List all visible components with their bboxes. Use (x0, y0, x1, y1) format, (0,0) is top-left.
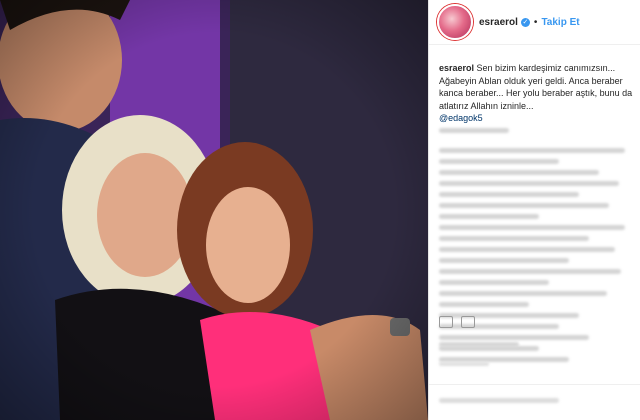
post-photo[interactable] (0, 0, 428, 420)
comment-icon[interactable] (461, 316, 475, 328)
post-sidebar: esraerol ✓ • Takip Et esraerol Sen bizim… (428, 0, 640, 420)
blurred-line (439, 280, 549, 285)
avatar[interactable] (437, 4, 473, 40)
post-actions (439, 316, 475, 328)
photo-vignette (0, 0, 428, 420)
username-link[interactable]: esraerol (479, 17, 518, 28)
divider (429, 384, 640, 385)
blurred-line (439, 192, 579, 197)
heart-icon[interactable] (439, 316, 453, 328)
blurred-line (439, 170, 599, 175)
follow-button[interactable]: Takip Et (541, 17, 579, 28)
blurred-line (439, 247, 615, 252)
blurred-comments (439, 148, 625, 368)
caption-username[interactable]: esraerol (439, 63, 474, 73)
blurred-likes (439, 342, 519, 347)
post-caption: esraerol Sen bizim kardeşimiz canımızsın… (439, 62, 633, 125)
blurred-line (439, 128, 509, 133)
blurred-timestamp (439, 362, 489, 366)
blurred-line (439, 269, 621, 274)
blurred-line (439, 335, 589, 340)
blurred-line (439, 214, 539, 219)
blurred-line (439, 236, 589, 241)
instagram-post: esraerol ✓ • Takip Et esraerol Sen bizim… (0, 0, 640, 420)
blurred-line (439, 225, 625, 230)
blurred-line (439, 291, 607, 296)
caption-mention[interactable]: @edagok5 (439, 113, 483, 123)
blurred-line (439, 181, 619, 186)
photo-illustration (0, 0, 428, 420)
verified-badge-icon: ✓ (520, 17, 530, 27)
blurred-line (439, 148, 625, 153)
blurred-line (439, 203, 609, 208)
blurred-line (439, 302, 529, 307)
blurred-line (439, 159, 559, 164)
header-separator: • (533, 16, 538, 28)
blurred-line (439, 258, 569, 263)
blurred-meta (439, 128, 625, 139)
post-header: esraerol ✓ • Takip Et (429, 0, 640, 45)
blurred-comment-box[interactable] (439, 398, 559, 403)
